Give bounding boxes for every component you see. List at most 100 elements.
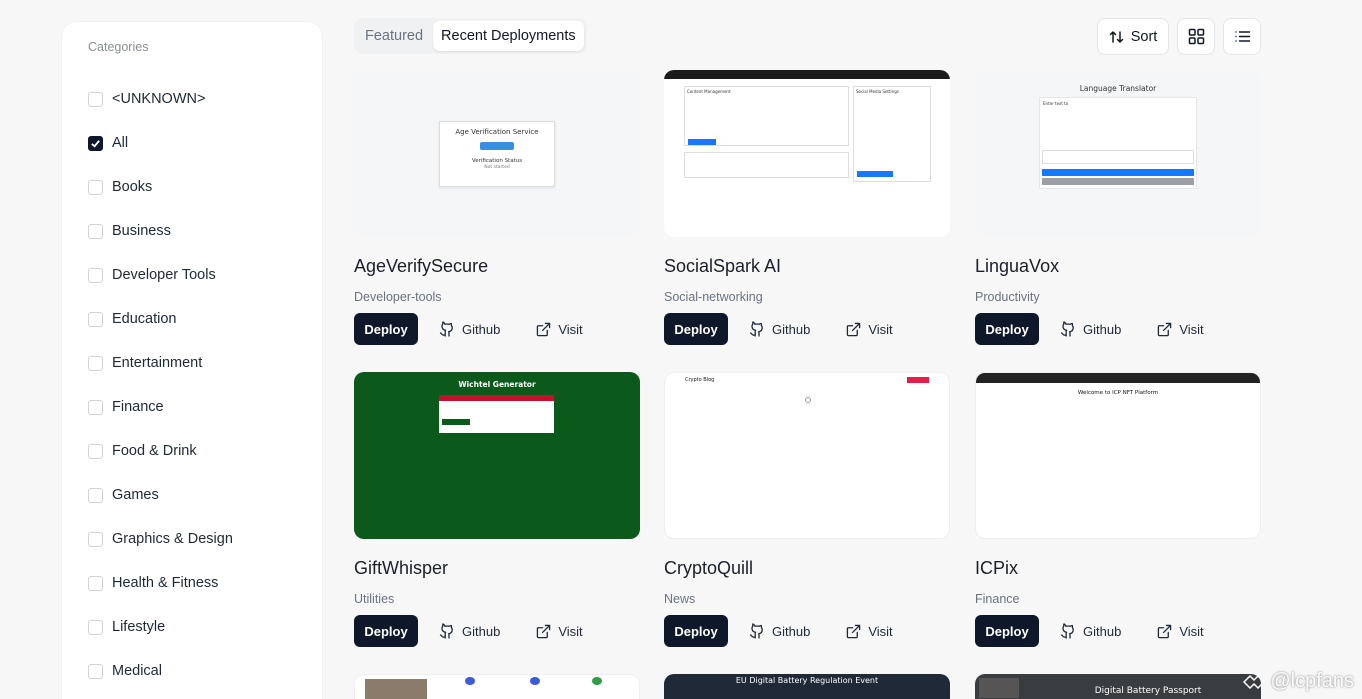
checkbox[interactable] [88,443,103,459]
visit-label: Visit [558,321,583,337]
checkbox[interactable] [88,399,103,415]
checkbox[interactable] [88,223,103,239]
visit-link[interactable]: Visit [536,321,583,337]
checkbox[interactable] [88,619,103,635]
sort-button[interactable]: Sort [1097,18,1169,55]
preview-field-label: Enter text to [1043,101,1069,106]
app-preview-partial[interactable]: Digital Battery Passport [975,674,1261,699]
app-title[interactable]: SocialSpark AI [664,256,781,277]
deploy-button[interactable]: Deploy [354,615,418,647]
github-link[interactable]: Github [439,321,500,337]
category-finance[interactable]: Finance [88,385,233,429]
tab-recent-deployments[interactable]: Recent Deployments [433,21,584,51]
loading-spinner-icon [805,397,811,403]
github-icon [749,321,763,337]
sort-label: Sort [1130,28,1158,45]
list-view-icon [1234,31,1250,42]
external-link-icon [1158,624,1172,638]
app-title[interactable]: LinguaVox [975,256,1059,277]
checkbox[interactable] [88,663,103,679]
github-link[interactable]: Github [1060,623,1121,639]
category-business[interactable]: Business [88,209,233,253]
category-health-fitness[interactable]: Health & Fitness [88,561,233,605]
category-education[interactable]: Education [88,297,233,341]
category-developer-tools[interactable]: Developer Tools [88,253,233,297]
visit-link[interactable]: Visit [846,624,893,639]
app-preview[interactable]: SocialSpark AI Agent Content Management … [664,70,950,237]
category-label: Education [112,311,177,327]
github-label: Github [462,623,501,639]
github-icon [439,623,453,639]
watermark: @lcpfans [1242,670,1354,693]
github-link[interactable]: Github [749,623,810,639]
deploy-button[interactable]: Deploy [975,313,1039,345]
category-lifestyle[interactable]: Lifestyle [88,605,233,649]
checkbox-checked[interactable] [88,135,103,151]
card-actions: Deploy Github Visit [354,313,583,345]
category-entertainment[interactable]: Entertainment [88,341,233,385]
app-preview-partial[interactable] [354,674,640,699]
checkbox[interactable] [88,575,103,591]
app-preview[interactable]: Wichtel Generator [354,372,640,539]
checkbox[interactable] [88,267,103,283]
category-unknown[interactable]: <UNKNOWN> [88,77,233,121]
deploy-button[interactable]: Deploy [664,615,728,647]
github-link[interactable]: Github [439,623,500,639]
github-link[interactable]: Github [1060,321,1121,337]
app-title[interactable]: AgeVerifySecure [354,256,488,277]
preview-heading: EU Digital Battery Regulation Event [735,676,879,685]
checkbox[interactable] [88,487,103,503]
card-actions: Deploy Github Visit [664,313,893,345]
deploy-button[interactable]: Deploy [664,313,728,345]
preview-heading: Crypto Blog [685,377,715,383]
external-link-icon [847,624,861,638]
app-title[interactable]: GiftWhisper [354,558,448,579]
visit-link[interactable]: Visit [1157,624,1204,639]
preview-header: SocialSpark AI Agent [684,79,726,84]
preview-heading: Age Verification Service [455,128,539,136]
app-category: Social-networking [664,290,763,304]
category-label: All [112,135,129,151]
github-label: Github [772,321,811,337]
category-games[interactable]: Games [88,473,233,517]
app-preview[interactable]: Crypto Blog [664,372,950,539]
deploy-button[interactable]: Deploy [975,615,1039,647]
visit-link[interactable]: Visit [846,321,893,337]
app-preview[interactable]: Welcome to ICP NFT Platform [975,372,1261,539]
app-category: Finance [975,592,1020,606]
app-preview-partial[interactable]: EU Digital Battery Regulation Event [664,674,950,699]
category-label: Medical [112,663,162,679]
visit-link[interactable]: Visit [536,624,583,639]
preview-heading: Digital Battery Passport [1094,686,1202,696]
app-title[interactable]: ICPix [975,558,1018,579]
checkbox[interactable] [88,311,103,327]
external-link-icon [537,322,551,336]
deploy-button[interactable]: Deploy [354,313,418,345]
category-label: Developer Tools [112,267,216,283]
app-preview[interactable]: Age Verification Service Verification St… [354,70,640,237]
list-view-button[interactable] [1223,18,1261,55]
category-graphics-design[interactable]: Graphics & Design [88,517,233,561]
checkbox[interactable] [88,91,103,107]
checkbox[interactable] [88,179,103,195]
github-label: Github [772,623,811,639]
category-sidebar: Categories <UNKNOWN> All Books Business … [62,22,322,699]
category-food-drink[interactable]: Food & Drink [88,429,233,473]
card-actions: Deploy Github Visit [975,615,1204,647]
watermark-text: @lcpfans [1270,670,1354,692]
app-title[interactable]: CryptoQuill [664,558,753,579]
github-link[interactable]: Github [749,321,810,337]
category-all[interactable]: All [88,121,233,165]
category-medical[interactable]: Medical [88,649,233,693]
grid-view-button[interactable] [1177,18,1215,55]
visit-label: Visit [868,321,893,337]
app-preview[interactable]: Language Translator Enter text to [975,70,1261,237]
category-books[interactable]: Books [88,165,233,209]
checkbox[interactable] [88,531,103,547]
preview-right-heading: Social Media Settings [856,89,899,94]
tab-featured[interactable]: Featured [357,21,431,51]
visit-link[interactable]: Visit [1157,322,1204,337]
github-icon [749,623,763,639]
checkbox[interactable] [88,355,103,371]
grid-view-icon [1188,28,1204,45]
